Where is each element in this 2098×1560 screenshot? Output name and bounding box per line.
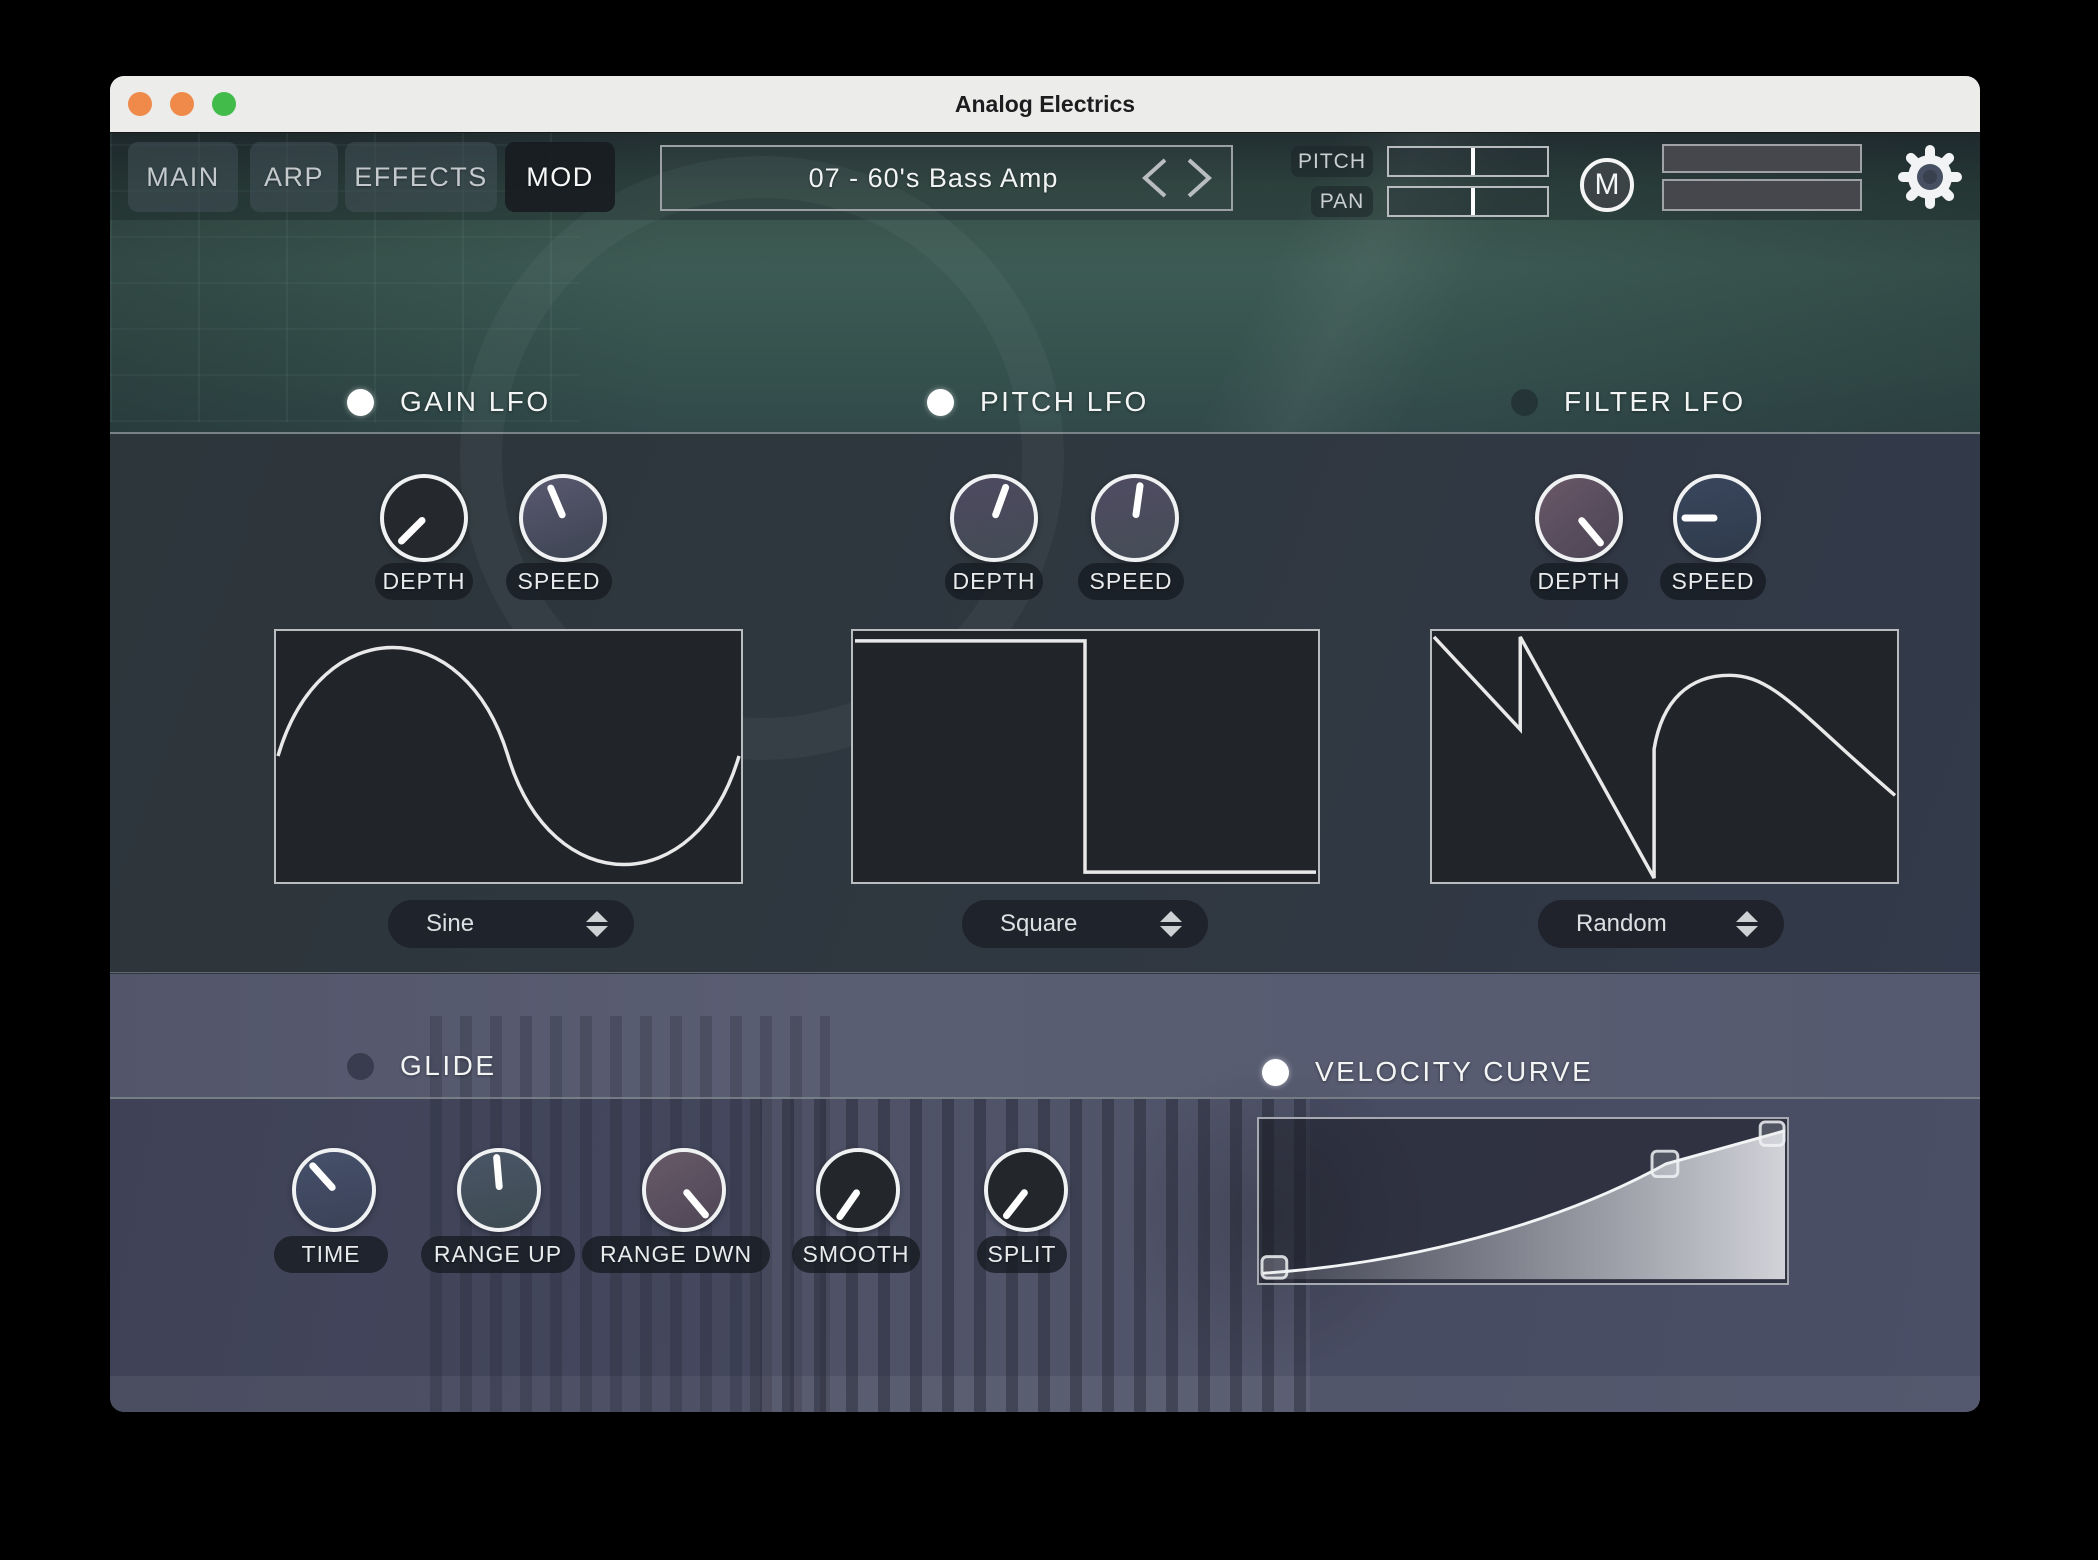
- filter-lfo-waveform-value: Random: [1576, 910, 1736, 938]
- preset-next-icon[interactable]: [1189, 160, 1209, 196]
- glide-title: GLIDE: [400, 1050, 497, 1082]
- pitch-slider[interactable]: [1387, 146, 1549, 177]
- pitch-slider-handle[interactable]: [1471, 148, 1475, 175]
- bottom-strip: [110, 1376, 1980, 1412]
- gain-lfo-waveform-dropdown[interactable]: Sine: [388, 900, 634, 948]
- pitch-lfo-depth-label: DEPTH: [945, 563, 1043, 600]
- pitch-label: PITCH: [1291, 146, 1373, 177]
- gain-lfo-depth-knob[interactable]: [380, 474, 468, 562]
- filter-lfo-title: FILTER LFO: [1564, 386, 1746, 418]
- glide-range-up-knob[interactable]: [457, 1148, 541, 1232]
- glide-split-knob[interactable]: [984, 1148, 1068, 1232]
- velocity-curve-editor[interactable]: [1257, 1117, 1789, 1285]
- velocity-curve-header: VELOCITY CURVE: [1262, 1056, 1593, 1088]
- pan-label: PAN: [1311, 186, 1373, 217]
- close-window-button[interactable]: [128, 92, 152, 116]
- velocity-handle-mid[interactable]: [1652, 1151, 1678, 1176]
- filter-lfo-header: FILTER LFO: [1511, 386, 1746, 418]
- plugin-window: Analog Electrics MAIN ARP EFFECTS MOD 07…: [110, 76, 1980, 1412]
- filter-lfo-waveform-display: [1430, 629, 1899, 884]
- level-meter-bottom: [1662, 179, 1862, 211]
- preset-selector[interactable]: 07 - 60's Bass Amp: [660, 145, 1233, 211]
- random-wave-trace: [1434, 637, 1895, 878]
- gain-lfo-waveform-value: Sine: [426, 910, 586, 938]
- gain-lfo-speed-label: SPEED: [506, 563, 612, 600]
- level-meter-top: [1662, 144, 1862, 173]
- pitch-lfo-waveform-dropdown[interactable]: Square: [962, 900, 1208, 948]
- glide-split-label: SPLIT: [977, 1236, 1067, 1273]
- glide-time-knob[interactable]: [292, 1148, 376, 1232]
- pitch-lfo-depth-knob[interactable]: [950, 474, 1038, 562]
- tab-arp[interactable]: ARP: [250, 142, 338, 212]
- filter-lfo-speed-knob[interactable]: [1673, 474, 1761, 562]
- velocity-handle-start[interactable]: [1262, 1257, 1287, 1278]
- divider-line-mid-upper: [110, 972, 1980, 973]
- gain-lfo-enable-led[interactable]: [347, 389, 374, 416]
- divider-line-top: [110, 432, 1980, 434]
- pitch-lfo-waveform-display: [851, 629, 1320, 884]
- traffic-lights: [128, 76, 236, 132]
- zoom-window-button[interactable]: [212, 92, 236, 116]
- dropdown-arrows-icon: [1160, 911, 1182, 937]
- tab-main[interactable]: MAIN: [128, 142, 238, 212]
- preset-nav-arrows: [1135, 155, 1231, 201]
- square-wave-trace: [855, 641, 1316, 872]
- minimize-window-button[interactable]: [170, 92, 194, 116]
- pitch-lfo-title: PITCH LFO: [980, 386, 1149, 418]
- glide-range-dwn-knob[interactable]: [642, 1148, 726, 1232]
- gain-lfo-waveform-display: [274, 629, 743, 884]
- filter-lfo-enable-led[interactable]: [1511, 389, 1538, 416]
- glide-time-label: TIME: [274, 1236, 388, 1273]
- mono-button[interactable]: M: [1580, 158, 1634, 212]
- pitch-lfo-waveform-value: Square: [1000, 910, 1160, 938]
- glide-range-dwn-label: RANGE DWN: [582, 1236, 770, 1273]
- glide-enable-led[interactable]: [347, 1053, 374, 1080]
- pitch-lfo-header: PITCH LFO: [927, 386, 1149, 418]
- filter-lfo-speed-label: SPEED: [1660, 563, 1766, 600]
- gain-lfo-title: GAIN LFO: [400, 386, 551, 418]
- pitch-lfo-speed-knob[interactable]: [1091, 474, 1179, 562]
- glide-smooth-knob[interactable]: [816, 1148, 900, 1232]
- window-titlebar: Analog Electrics: [110, 76, 1980, 133]
- filter-lfo-depth-label: DEPTH: [1530, 563, 1628, 600]
- gain-lfo-depth-label: DEPTH: [375, 563, 473, 600]
- tab-effects[interactable]: EFFECTS: [345, 142, 497, 212]
- divider-line-mid-lower: [110, 1097, 1980, 1099]
- pan-slider-handle[interactable]: [1471, 188, 1475, 215]
- preset-prev-icon[interactable]: [1145, 160, 1165, 196]
- glide-range-up-label: RANGE UP: [421, 1236, 575, 1273]
- pan-slider[interactable]: [1387, 186, 1549, 217]
- filter-lfo-depth-knob[interactable]: [1535, 474, 1623, 562]
- glide-smooth-label: SMOOTH: [792, 1236, 920, 1273]
- dropdown-arrows-icon: [1736, 911, 1758, 937]
- window-title: Analog Electrics: [955, 91, 1135, 118]
- gain-lfo-speed-knob[interactable]: [519, 474, 607, 562]
- dropdown-arrows-icon: [586, 911, 608, 937]
- gain-lfo-header: GAIN LFO: [347, 386, 551, 418]
- settings-gear-icon[interactable]: [1898, 145, 1962, 209]
- pitch-lfo-speed-label: SPEED: [1078, 563, 1184, 600]
- pitch-lfo-enable-led[interactable]: [927, 389, 954, 416]
- tab-mod[interactable]: MOD: [505, 142, 615, 212]
- velocity-handle-end[interactable]: [1760, 1122, 1784, 1145]
- sine-wave-trace: [278, 647, 739, 864]
- filter-lfo-waveform-dropdown[interactable]: Random: [1538, 900, 1784, 948]
- velocity-curve-enable-led[interactable]: [1262, 1059, 1289, 1086]
- preset-name: 07 - 60's Bass Amp: [662, 163, 1135, 194]
- glide-header: GLIDE: [347, 1050, 497, 1082]
- velocity-curve-title: VELOCITY CURVE: [1315, 1056, 1593, 1088]
